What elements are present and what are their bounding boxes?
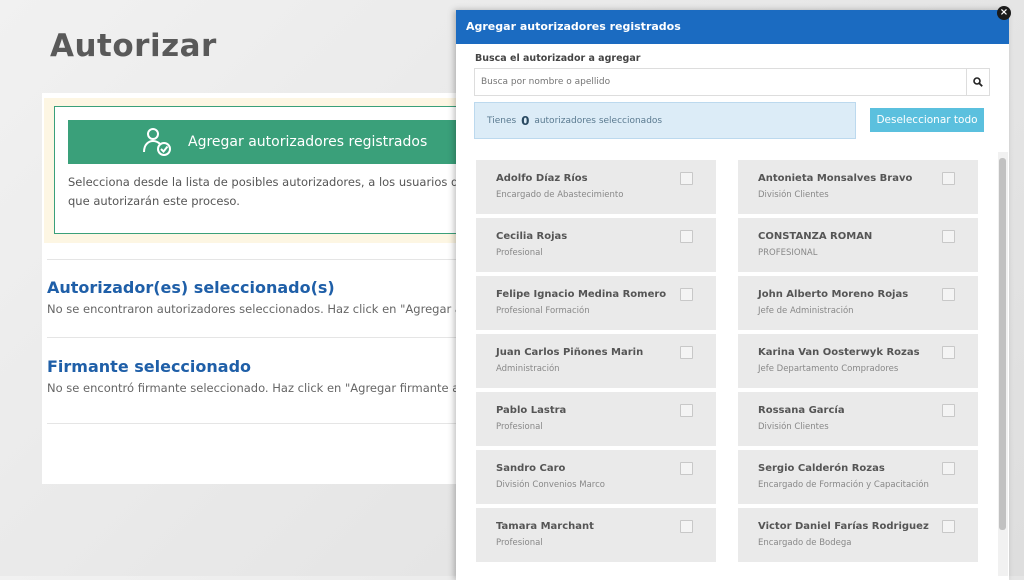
authorizer-checkbox[interactable] [942,288,955,301]
authorizer-checkbox[interactable] [942,230,955,243]
count-suffix: autorizadores seleccionados [534,115,663,126]
selected-authorizers-title: Autorizador(es) seleccionado(s) [47,278,335,297]
authorizer-card[interactable]: Juan Carlos Piñones Marin Administración [476,334,716,388]
authorizer-card[interactable]: Tamara Marchant Profesional [476,508,716,562]
authorizer-card[interactable]: CONSTANZA ROMAN PROFESIONAL [738,218,978,272]
authorizer-role: Jefe de Administración [758,306,854,316]
bottom-divider [47,423,457,424]
selected-signer-title: Firmante seleccionado [47,357,252,376]
selected-authorizers-empty-text: No se encontraron autorizadores seleccio… [47,302,457,316]
deselect-all-button[interactable]: Deseleccionar todo [870,108,984,132]
add-authorizers-button[interactable]: Agregar autorizadores registrados [68,120,457,164]
authorizer-card[interactable]: Antonieta Monsalves Bravo División Client… [738,160,978,214]
notice-line-1: Selecciona desde la lista de posibles au… [68,175,457,189]
selected-authorizers-section: Autorizador(es) seleccionado(s) No se en… [47,259,457,316]
search-button[interactable] [966,69,989,95]
search-input[interactable] [475,69,966,95]
authorizer-role: Encargado de Bodega [758,538,852,548]
authorizer-card[interactable]: Karina Van Oosterwyk Rozas Jefe Departame… [738,334,978,388]
authorizer-card[interactable]: Felipe Ignacio Medina Romero Profesional … [476,276,716,330]
authorizer-role: División Convenios Marco [496,480,605,490]
search-box [474,68,990,96]
authorizer-card[interactable]: Victor Daniel Farías Rodriguez Encargado … [738,508,978,562]
authorizer-card[interactable]: Rossana García División Clientes [738,392,978,446]
notice-box: Agregar autorizadores registrados Selecc… [44,98,457,243]
authorizer-role: Profesional [496,422,543,432]
authorizer-checkbox[interactable] [680,230,693,243]
authorizer-card[interactable]: Pablo Lastra Profesional [476,392,716,446]
authorizer-role: Jefe Departamento Compradores [758,364,899,374]
authorizer-checkbox[interactable] [680,462,693,475]
selected-signer-section: Firmante seleccionado No se encontró fir… [47,337,457,395]
authorizer-role: Encargado de Formación y Capacitación [758,480,929,490]
selected-signer-empty-text: No se encontró firmante seleccionado. Ha… [47,381,457,395]
authorizer-role: División Clientes [758,422,829,432]
authorizer-card[interactable]: Sandro Caro División Convenios Marco [476,450,716,504]
notice-line-2: que autorizarán este proceso. [68,194,240,208]
authorizer-role: Profesional [496,538,543,548]
authorizer-role: Encargado de Abastecimiento [496,190,624,200]
modal-title: Agregar autorizadores registrados [456,10,1009,44]
search-label: Busca el autorizador a agregar [475,53,641,64]
authorizer-role: Profesional Formación [496,306,590,316]
authorizer-card[interactable]: Cecilia Rojas Profesional [476,218,716,272]
scrollbar-thumb[interactable] [999,158,1006,530]
authorizer-role: División Clientes [758,190,829,200]
close-icon[interactable]: × [997,6,1011,20]
authorizer-card[interactable]: Adolfo Díaz Ríos Encargado de Abastecimie… [476,160,716,214]
authorizer-checkbox[interactable] [680,288,693,301]
authorizer-role: Profesional [496,248,543,258]
authorizer-checkbox[interactable] [680,404,693,417]
slide-title: Autorizar [50,28,217,64]
user-check-icon [143,128,171,156]
notice-inner: Agregar autorizadores registrados Selecc… [54,106,457,234]
authorizer-role: PROFESIONAL [758,248,818,258]
modal-scrollbar[interactable] [998,152,1008,576]
authorizer-checkbox[interactable] [942,172,955,185]
authorizer-card[interactable]: Sergio Calderón Rozas Encargado de Formac… [738,450,978,504]
authorizer-checkbox[interactable] [942,462,955,475]
authorizer-checkbox[interactable] [680,520,693,533]
add-authorizers-label: Agregar autorizadores registrados [188,134,428,150]
search-icon [973,77,983,87]
authorizer-checkbox[interactable] [942,520,955,533]
selected-count: 0 [521,113,530,128]
add-authorizers-modal: Agregar autorizadores registrados Busca … [456,10,1009,580]
authorizer-checkbox[interactable] [680,172,693,185]
background-page: Agregar autorizadores registrados Selecc… [42,93,457,484]
count-prefix: Tienes [487,115,517,126]
selected-count-box: Tienes 0 autorizadores seleccionados [474,102,856,139]
authorizer-card[interactable]: John Alberto Moreno Rojas Jefe de Adminis… [738,276,978,330]
authorizer-checkbox[interactable] [942,346,955,359]
authorizer-checkbox[interactable] [680,346,693,359]
authorizer-checkbox[interactable] [942,404,955,417]
authorizer-role: Administración [496,364,560,374]
notice-text: Selecciona desde la lista de posibles au… [68,173,457,211]
